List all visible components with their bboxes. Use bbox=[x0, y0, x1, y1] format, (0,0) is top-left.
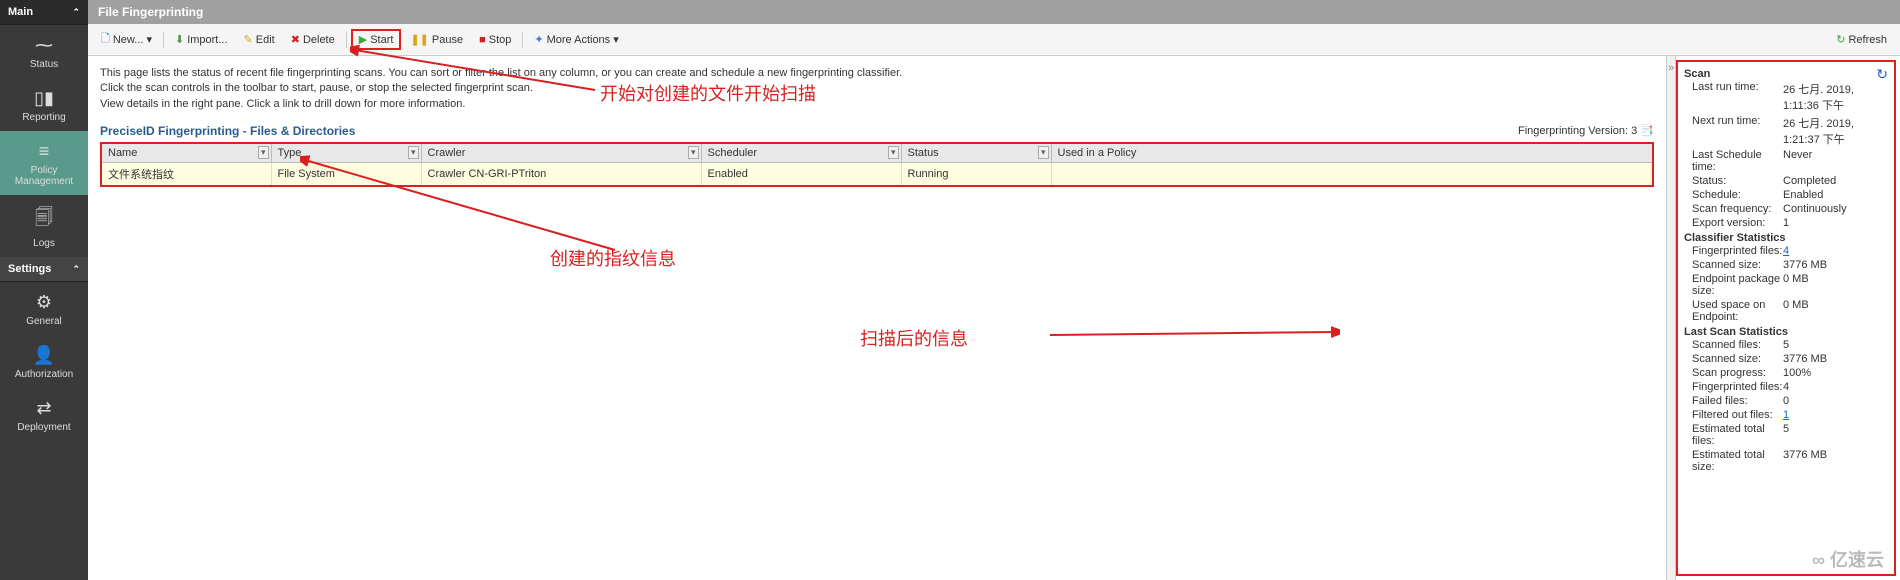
new-icon: 🗋 bbox=[101, 30, 110, 49]
details-panel: ↻ Scan Last run time:26 七月. 2019, 1:11:3… bbox=[1676, 60, 1896, 576]
edit-button[interactable]: ✎Edit bbox=[237, 30, 282, 49]
main-sidebar: Main⌃ ⁓Status ▯▮Reporting ≡Policy Manage… bbox=[0, 0, 88, 580]
fingerprinted-files-link[interactable]: 4 bbox=[1783, 245, 1789, 257]
new-button[interactable]: 🗋New...▾ bbox=[94, 27, 159, 52]
dropdown-icon: ▾ bbox=[146, 33, 152, 46]
start-button[interactable]: ▶Start bbox=[351, 29, 402, 50]
gear-icon: ⚙ bbox=[2, 292, 86, 313]
sidebar-item-deployment[interactable]: ⇄Deployment bbox=[0, 388, 88, 441]
sidebar-item-reporting[interactable]: ▯▮Reporting bbox=[0, 78, 88, 131]
panel-collapse-toggle[interactable]: » bbox=[1666, 56, 1676, 580]
toolbar: 🗋New...▾ ⬇Import... ✎Edit ✖Delete ▶Start… bbox=[88, 24, 1900, 56]
col-status[interactable]: Status▾ bbox=[901, 143, 1051, 163]
filter-icon[interactable]: ▾ bbox=[888, 146, 899, 159]
import-button[interactable]: ⬇Import... bbox=[168, 30, 235, 49]
import-icon: ⬇ bbox=[175, 33, 184, 46]
deploy-icon: ⇄ bbox=[2, 398, 86, 419]
delete-button[interactable]: ✖Delete bbox=[284, 30, 342, 49]
sidebar-item-authorization[interactable]: 👤Authorization bbox=[0, 335, 88, 388]
description-text: This page lists the status of recent fil… bbox=[100, 66, 1654, 112]
logs-icon: 🗐 bbox=[2, 205, 86, 235]
stop-icon: ■ bbox=[479, 34, 486, 46]
sidebar-item-policy[interactable]: ≡Policy Management bbox=[0, 131, 88, 195]
content-main: This page lists the status of recent fil… bbox=[88, 56, 1666, 580]
list-icon: ≡ bbox=[2, 141, 86, 162]
caret-icon: ⌃ bbox=[72, 7, 80, 18]
page-title: File Fingerprinting bbox=[88, 0, 1900, 24]
sidebar-item-logs[interactable]: 🗐Logs bbox=[0, 195, 88, 257]
sidebar-item-general[interactable]: ⚙General bbox=[0, 282, 88, 335]
section-title: PreciseID Fingerprinting - Files & Direc… bbox=[100, 124, 1654, 138]
caret-icon: ⌃ bbox=[72, 264, 80, 275]
pause-button[interactable]: ❚❚Pause bbox=[403, 30, 470, 49]
filter-icon[interactable]: ▾ bbox=[408, 146, 419, 159]
col-crawler[interactable]: Crawler▾ bbox=[421, 143, 701, 163]
fingerprint-table: Name▾ Type▾ Crawler▾ Scheduler▾ Status▾ … bbox=[100, 142, 1654, 187]
watermark: ∞ 亿速云 bbox=[1812, 546, 1884, 572]
last-scan-header: Last Scan Statistics bbox=[1684, 326, 1888, 338]
filter-icon[interactable]: ▾ bbox=[258, 146, 269, 159]
refresh-button[interactable]: ↻Refresh bbox=[1829, 30, 1894, 49]
pulse-icon: ⁓ bbox=[2, 35, 86, 56]
sidebar-main-header[interactable]: Main⌃ bbox=[0, 0, 88, 25]
col-scheduler[interactable]: Scheduler▾ bbox=[701, 143, 901, 163]
refresh-icon: ↻ bbox=[1836, 33, 1845, 46]
stop-button[interactable]: ■Stop bbox=[472, 31, 518, 49]
more-icon: ✦ bbox=[534, 33, 543, 46]
chart-icon: ▯▮ bbox=[2, 88, 86, 109]
play-icon: ▶ bbox=[359, 33, 367, 46]
more-actions-button[interactable]: ✦More Actions▾ bbox=[527, 30, 625, 49]
scan-header: Scan bbox=[1684, 68, 1888, 80]
delete-icon: ✖ bbox=[291, 33, 300, 46]
edit-icon: ✎ bbox=[244, 33, 253, 46]
col-name[interactable]: Name▾ bbox=[101, 143, 271, 163]
filtered-files-link[interactable]: 1 bbox=[1783, 409, 1789, 421]
col-type[interactable]: Type▾ bbox=[271, 143, 421, 163]
panel-refresh-icon[interactable]: ↻ bbox=[1876, 66, 1888, 83]
user-icon: 👤 bbox=[2, 345, 86, 366]
pause-icon: ❚❚ bbox=[410, 33, 428, 46]
col-policy[interactable]: Used in a Policy bbox=[1051, 143, 1653, 163]
sidebar-settings-header[interactable]: Settings⌃ bbox=[0, 257, 88, 282]
dropdown-icon: ▾ bbox=[613, 33, 619, 46]
table-row[interactable]: 文件系统指纹 File System Crawler CN-GRI-PTrito… bbox=[101, 163, 1653, 187]
classifier-header: Classifier Statistics bbox=[1684, 232, 1888, 244]
fingerprint-version: Fingerprinting Version: 3 📑 bbox=[1518, 124, 1654, 137]
filter-icon[interactable]: ▾ bbox=[688, 146, 699, 159]
filter-icon[interactable]: ▾ bbox=[1038, 146, 1049, 159]
settings-icon[interactable]: 📑 bbox=[1640, 125, 1654, 137]
sidebar-item-status[interactable]: ⁓Status bbox=[0, 25, 88, 78]
